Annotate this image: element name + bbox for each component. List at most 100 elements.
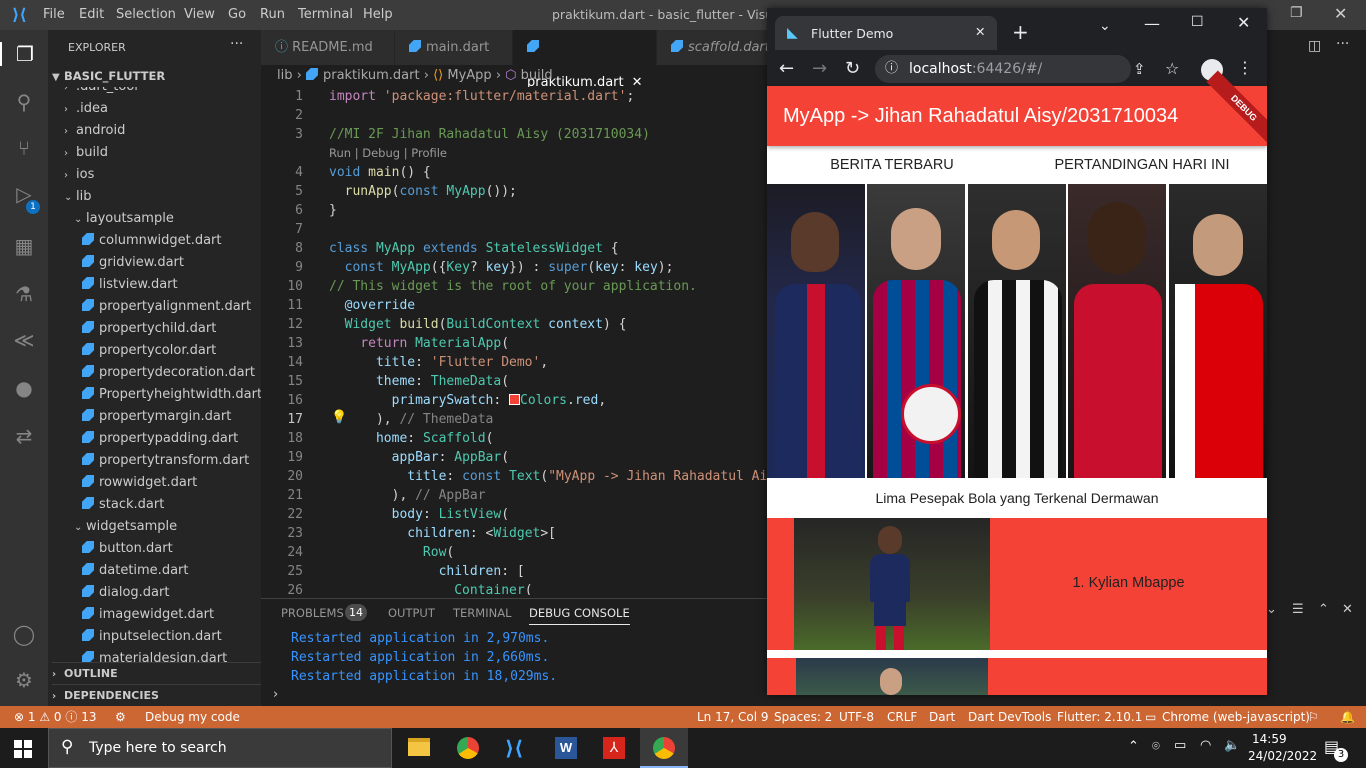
explorer-icon[interactable]: ❐ <box>0 42 48 66</box>
volume-icon[interactable]: 🔈 <box>1224 738 1240 753</box>
taskbar-search[interactable]: ⚲ Type here to search <box>48 728 392 768</box>
tree-file[interactable]: datetime.dart <box>82 560 188 582</box>
bookmark-star-icon[interactable]: ☆ <box>1165 59 1179 78</box>
tab-search-icon[interactable]: ⌄ <box>1099 18 1111 34</box>
breadcrumb-class[interactable]: MyApp <box>447 68 491 83</box>
tab-readme[interactable]: ⓘ README.md <box>261 30 395 65</box>
minimize-icon[interactable]: — <box>1144 14 1160 33</box>
chrome-taskbar-icon[interactable] <box>457 737 479 759</box>
maximize-panel-icon[interactable]: ⌃ <box>1318 602 1329 617</box>
testing-icon[interactable]: ⚗ <box>12 282 36 306</box>
tree-file[interactable]: button.dart <box>82 538 173 560</box>
extensions-icon[interactable]: ▦ <box>12 234 36 258</box>
flutter-version[interactable]: Flutter: 2.10.1 <box>1057 706 1142 728</box>
source-control-icon[interactable]: ⑂ <box>12 136 36 160</box>
tree-folder[interactable]: ⌄ layoutsample <box>74 208 174 230</box>
tree-file[interactable]: rowwidget.dart <box>82 472 197 494</box>
tab-terminal[interactable]: TERMINAL <box>453 606 511 620</box>
dart-devtools[interactable]: Dart DevTools <box>968 706 1051 728</box>
cursor-position[interactable]: Ln 17, Col 9 <box>697 706 769 728</box>
menu-file[interactable]: File <box>43 7 65 22</box>
tree-file[interactable]: columnwidget.dart <box>82 230 222 252</box>
address-bar[interactable]: ⓘ localhost:64426/#/ <box>875 55 1131 83</box>
feedback-icon[interactable]: ⚐ <box>1308 706 1319 728</box>
chrome-menu-icon[interactable]: ⋮ <box>1237 58 1253 77</box>
tree-file[interactable]: listview.dart <box>82 274 178 296</box>
split-editor-icon[interactable]: ◫ <box>1308 38 1321 54</box>
list-item[interactable]: 1. Kylian Mbappe <box>767 518 1267 650</box>
tree-file[interactable]: propertypadding.dart <box>82 428 238 450</box>
tab-problems[interactable]: PROBLEMS <box>281 606 344 620</box>
indentation[interactable]: Spaces: 2 <box>774 706 832 728</box>
acrobat-icon[interactable]: ⅄ <box>603 737 625 759</box>
tree-file[interactable]: stack.dart <box>82 494 164 516</box>
tab-main[interactable]: main.dart <box>395 30 513 65</box>
problems-status[interactable]: ⊗ 1 ⚠ 0 ⓘ 13 <box>14 706 96 728</box>
tree-folder[interactable]: › .idea <box>64 98 108 120</box>
forward-icon[interactable]: → <box>812 58 827 79</box>
menu-terminal[interactable]: Terminal <box>298 7 353 22</box>
tree-folder[interactable]: › build <box>64 142 108 164</box>
tab-scaffold[interactable]: scaffold.dart <box>657 30 771 65</box>
tree-file[interactable]: gridview.dart <box>82 252 184 274</box>
more-editor-actions-icon[interactable]: ··· <box>1336 36 1349 52</box>
breadcrumb-file[interactable]: praktikum.dart <box>323 68 420 83</box>
encoding[interactable]: UTF-8 <box>839 706 874 728</box>
tree-folder[interactable]: › android <box>64 120 125 142</box>
device-selector[interactable]: Chrome (web-javascript) <box>1162 706 1310 728</box>
share-icon[interactable]: ⇪ <box>1133 60 1146 78</box>
close-panel-icon[interactable]: ✕ <box>1342 602 1353 617</box>
clock-date[interactable]: 24/02/2022 <box>1248 749 1317 763</box>
tab-output[interactable]: OUTPUT <box>388 606 435 620</box>
site-info-icon[interactable]: ⓘ <box>885 55 898 83</box>
search-icon[interactable]: ⚲ <box>12 90 36 114</box>
close-tab-icon[interactable]: ✕ <box>975 24 985 39</box>
minimap[interactable] <box>1267 87 1366 595</box>
more-actions-icon[interactable]: ··· <box>230 36 243 52</box>
chevron-down-icon[interactable]: ⌄ <box>1266 602 1277 617</box>
menu-help[interactable]: Help <box>363 7 393 22</box>
end-of-line[interactable]: CRLF <box>887 706 917 728</box>
menu-run[interactable]: Run <box>260 7 285 22</box>
breadcrumb-method[interactable]: build <box>521 68 553 83</box>
battery-icon[interactable]: ▭ <box>1174 738 1186 753</box>
menu-view[interactable]: View <box>184 7 215 22</box>
console-prompt-icon[interactable]: › <box>273 687 278 702</box>
tree-file[interactable]: Propertyheightwidth.dart <box>82 384 261 406</box>
menu-edit[interactable]: Edit <box>79 7 104 22</box>
tab-debug-console[interactable]: DEBUG CONSOLE <box>529 606 630 625</box>
breadcrumb-lib[interactable]: lib <box>277 68 292 83</box>
list-item[interactable] <box>767 658 1267 695</box>
tree-file[interactable]: propertychild.dart <box>82 318 216 340</box>
project-root[interactable]: ▼ BASIC_FLUTTER <box>52 65 165 87</box>
tree-file[interactable]: propertymargin.dart <box>82 406 231 428</box>
close-browser-icon[interactable]: ✕ <box>1237 13 1250 32</box>
tree-file[interactable]: materialdesign.dart <box>82 648 227 662</box>
tree-file[interactable]: imagewidget.dart <box>82 604 214 626</box>
back-icon[interactable]: ← <box>779 58 794 79</box>
vscode-taskbar-icon[interactable]: ⟩⟨ <box>505 736 523 760</box>
tree-file[interactable]: propertydecoration.dart <box>82 362 255 384</box>
tree-folder[interactable]: ›.dart_tool <box>64 87 138 98</box>
new-tab-icon[interactable]: + <box>1012 20 1029 44</box>
tree-folder[interactable]: ⌄ widgetsample <box>74 516 177 538</box>
debug-config[interactable]: Debug my code <box>145 706 240 728</box>
dependencies-section[interactable]: › DEPENDENCIES <box>52 684 261 706</box>
tree-file[interactable]: propertyalignment.dart <box>82 296 251 318</box>
tree-folder[interactable]: › ios <box>64 164 94 186</box>
language-mode[interactable]: Dart <box>929 706 955 728</box>
word-icon[interactable]: W <box>555 737 577 759</box>
settings-gear-icon[interactable]: ⚙ <box>12 668 36 692</box>
file-explorer-icon[interactable] <box>408 738 430 756</box>
account-icon[interactable]: ◯ <box>12 622 36 646</box>
tree-folder[interactable]: ⌄ lib <box>64 186 91 208</box>
github-icon[interactable]: ● <box>12 376 36 400</box>
code-editor[interactable]: 1 import 'package:flutter/material.dart'… <box>261 87 767 595</box>
tree-file[interactable]: inputselection.dart <box>82 626 222 648</box>
reload-icon[interactable]: ↻ <box>845 58 860 79</box>
remote-icon[interactable]: ⇄ <box>12 424 36 448</box>
menu-selection[interactable]: Selection <box>116 7 176 22</box>
close-window-icon[interactable]: ✕ <box>1334 4 1347 23</box>
maximize-icon[interactable]: ☐ <box>1191 14 1204 30</box>
restore-window-icon[interactable]: ❐ <box>1290 5 1303 21</box>
